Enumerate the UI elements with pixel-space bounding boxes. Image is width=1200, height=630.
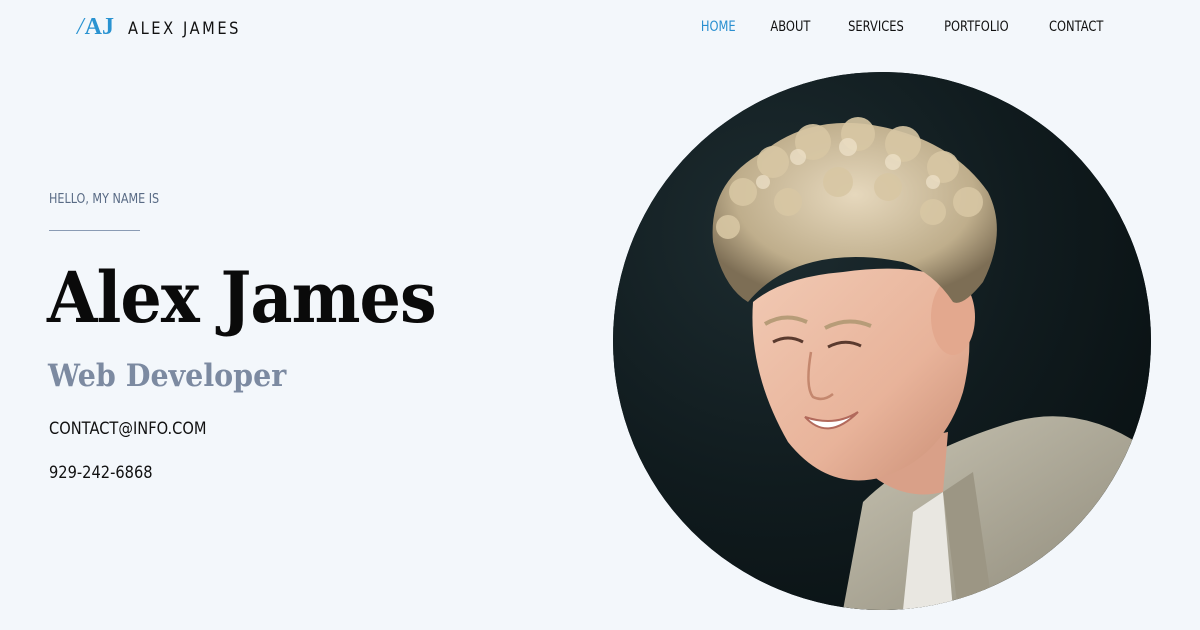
nav-item-services[interactable]: SERVICES <box>848 19 904 35</box>
logo-link[interactable]: /AJ ALEX JAMES <box>77 14 259 41</box>
contact-email-link[interactable]: CONTACT@INFO.COM <box>49 419 207 439</box>
greeting-divider <box>49 230 140 231</box>
logo-mark: /AJ <box>77 14 114 41</box>
hero-role: Web Developer <box>48 358 287 394</box>
logo-initials: AJ <box>84 14 115 40</box>
site-header: /AJ ALEX JAMES HOME ABOUT SERVICES PORTF… <box>0 0 1200 58</box>
nav-item-portfolio[interactable]: PORTFOLIO <box>944 19 1009 35</box>
nav-item-contact[interactable]: CONTACT <box>1049 19 1103 35</box>
logo-name: ALEX JAMES <box>128 19 242 39</box>
profile-photo-illustration <box>613 72 1151 610</box>
main-nav: HOME ABOUT SERVICES PORTFOLIO CONTACT <box>697 19 1109 35</box>
logo-slash: / <box>77 14 84 40</box>
nav-item-home[interactable]: HOME <box>701 19 736 35</box>
hero-greeting: HELLO, MY NAME IS <box>49 192 160 207</box>
contact-phone-link[interactable]: 929-242-6868 <box>49 463 153 483</box>
hero-name: Alex James <box>47 256 437 339</box>
nav-item-about[interactable]: ABOUT <box>771 19 811 35</box>
profile-photo <box>613 72 1151 610</box>
